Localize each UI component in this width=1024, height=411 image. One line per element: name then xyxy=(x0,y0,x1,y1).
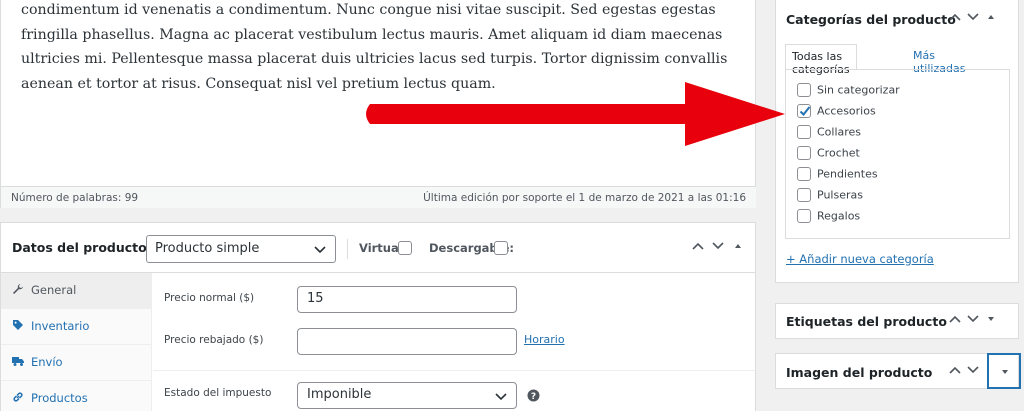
category-item[interactable]: Pendientes xyxy=(797,167,878,185)
wrench-icon xyxy=(12,283,24,295)
svg-text:?: ? xyxy=(531,392,536,402)
help-icon[interactable]: ? xyxy=(527,389,540,402)
annotation-arrow-icon xyxy=(366,82,785,146)
tab-label: Productos xyxy=(31,391,88,405)
chevron-down-icon xyxy=(495,393,507,401)
tax-status-select[interactable]: Imponible xyxy=(297,382,517,409)
chevron-up-icon[interactable] xyxy=(948,364,962,376)
last-edited: Última edición por soporte el 1 de marzo… xyxy=(423,192,746,204)
category-checkbox[interactable] xyxy=(797,209,811,223)
editor-status-bar: Número de palabras: 99 Última edición po… xyxy=(1,186,756,208)
tab-all-categories[interactable]: Todas las categorías xyxy=(785,44,857,76)
sale-price-label: Precio rebajado ($) xyxy=(164,334,264,346)
category-checklist: Sin categorizar Accesorios Collares Croc… xyxy=(785,69,1010,239)
category-item[interactable]: Accesorios xyxy=(797,104,876,122)
categories-box: Categorías del producto Todas las catego… xyxy=(775,0,1019,283)
tab-shipping[interactable]: Envío xyxy=(1,345,152,381)
category-checkbox[interactable] xyxy=(797,146,811,160)
collapse-icon[interactable] xyxy=(984,11,998,23)
chevron-up-icon[interactable] xyxy=(948,11,962,23)
product-type-select[interactable]: Producto simple xyxy=(146,235,336,263)
image-box: Imagen del producto xyxy=(775,353,1020,389)
word-count: Número de palabras: 99 xyxy=(11,192,139,204)
category-item[interactable]: Crochet xyxy=(797,146,860,164)
product-data-title: Datos del producto — xyxy=(12,240,164,255)
image-box-title: Imagen del producto xyxy=(786,365,933,380)
link-icon xyxy=(12,391,24,403)
categories-box-title: Categorías del producto xyxy=(786,12,956,27)
divider xyxy=(153,370,755,371)
chevron-up-icon[interactable] xyxy=(691,240,705,252)
tab-linked-products[interactable]: Productos xyxy=(1,381,152,411)
add-new-category-link[interactable]: + Añadir nueva categoría xyxy=(786,252,934,266)
regular-price-input[interactable]: 15 xyxy=(297,286,517,313)
divider xyxy=(347,239,348,259)
tax-status-label: Estado del impuesto xyxy=(164,387,272,399)
tab-most-used[interactable]: Más utilizadas xyxy=(907,44,971,75)
product-type-value: Producto simple xyxy=(155,241,260,256)
schedule-link[interactable]: Horario xyxy=(524,333,565,346)
box-controls xyxy=(948,11,998,26)
tags-box-title: Etiquetas del producto xyxy=(786,314,947,329)
expand-icon xyxy=(1002,370,1008,374)
truck-icon xyxy=(12,355,24,367)
category-item[interactable]: Pulseras xyxy=(797,188,863,206)
category-item[interactable]: Regalos xyxy=(797,209,860,227)
chevron-down-icon[interactable] xyxy=(966,11,980,23)
tab-inventory[interactable]: Inventario xyxy=(1,309,152,345)
box-controls xyxy=(948,313,998,328)
product-data-header: Datos del producto — Producto simple Vir… xyxy=(1,223,755,273)
category-checkbox[interactable] xyxy=(797,83,811,97)
chevron-down-icon[interactable] xyxy=(711,240,725,252)
category-checkbox[interactable] xyxy=(797,188,811,202)
downloadable-checkbox[interactable] xyxy=(494,241,508,255)
checkmark-icon xyxy=(799,106,811,116)
chevron-down-icon[interactable] xyxy=(966,364,980,376)
category-checkbox-checked[interactable] xyxy=(797,104,811,118)
expand-icon[interactable] xyxy=(984,313,998,325)
collapse-icon[interactable] xyxy=(731,240,745,252)
regular-price-value: 15 xyxy=(307,291,324,306)
category-item[interactable]: Sin categorizar xyxy=(797,83,900,101)
chevron-down-icon[interactable] xyxy=(966,313,980,325)
chevron-up-icon[interactable] xyxy=(948,313,962,325)
box-controls xyxy=(948,364,980,379)
tag-icon xyxy=(12,319,24,331)
sale-price-input[interactable] xyxy=(297,328,517,355)
tab-label: Inventario xyxy=(31,319,90,333)
virtual-checkbox[interactable] xyxy=(398,241,412,255)
tab-label: Envío xyxy=(31,355,63,369)
regular-price-label: Precio normal ($) xyxy=(164,292,255,304)
tags-box: Etiquetas del producto xyxy=(775,303,1019,339)
tax-status-value: Imponible xyxy=(307,387,372,402)
product-data-tabs: General Inventario Envío Productos xyxy=(1,273,152,411)
box-controls xyxy=(691,240,745,255)
category-item[interactable]: Collares xyxy=(797,125,861,143)
category-checkbox[interactable] xyxy=(797,167,811,181)
chevron-down-icon xyxy=(314,246,326,254)
product-data-box: Datos del producto — Producto simple Vir… xyxy=(0,222,756,411)
tab-label: General xyxy=(31,283,77,297)
toggle-panel-button[interactable] xyxy=(988,354,1020,388)
category-checkbox[interactable] xyxy=(797,125,811,139)
tab-general[interactable]: General xyxy=(1,273,152,309)
